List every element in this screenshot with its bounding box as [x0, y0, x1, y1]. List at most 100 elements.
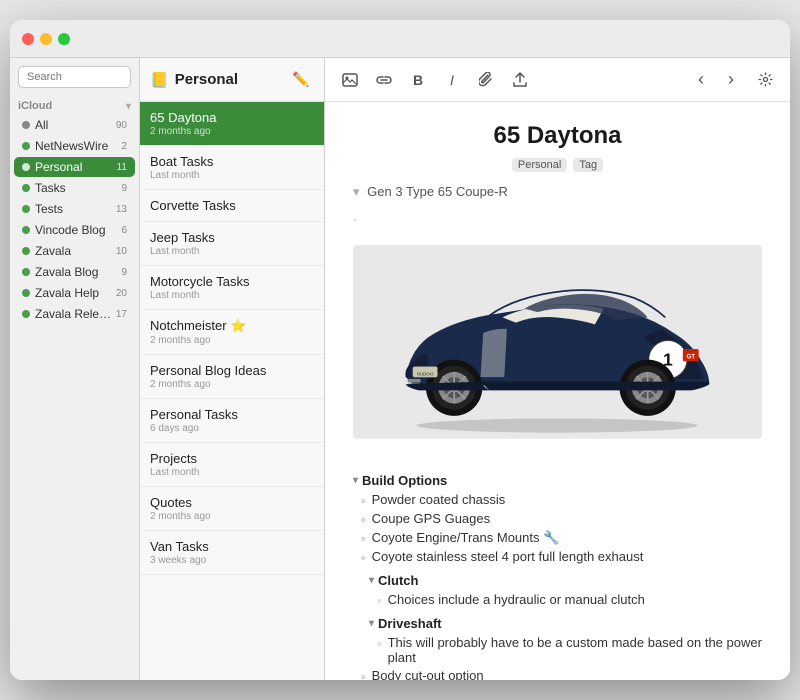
sidebar-item-zavala-blog[interactable]: Zavala Blog 9 [14, 262, 135, 282]
sidebar-item-tests[interactable]: Tests 13 [14, 199, 135, 219]
editor-toolbar: B I ‹ › [325, 58, 790, 102]
note-item-65-daytona[interactable]: 65 Daytona 2 months ago [140, 102, 324, 146]
list-item: ◦ Body cut-out option [353, 668, 762, 680]
sidebar-item-vincode-blog[interactable]: Vincode Blog 6 [14, 220, 135, 240]
note-list-header: 📒 Personal ✏️ [140, 58, 324, 102]
item-dot [22, 247, 30, 255]
item-text: Coupe GPS Guages [372, 511, 491, 526]
list-item: ◦ This will probably have to be a custom… [353, 635, 762, 665]
svg-text:GT: GT [686, 354, 695, 361]
sidebar-item-personal[interactable]: Personal 11 [14, 157, 135, 177]
note-item-meta: 2 months ago [150, 126, 314, 137]
tag-tag[interactable]: Tag [573, 158, 603, 172]
note-item-boat-tasks[interactable]: Boat Tasks Last month [140, 146, 324, 190]
bold-button[interactable]: B [405, 67, 431, 93]
note-item-van-tasks[interactable]: Van Tasks 3 weeks ago [140, 531, 324, 575]
bullet-icon: ◦ [361, 550, 366, 565]
image-button[interactable] [337, 67, 363, 93]
section-toggle-icon: ▾ [353, 475, 358, 486]
note-item-projects[interactable]: Projects Last month [140, 443, 324, 487]
share-button[interactable] [507, 67, 533, 93]
sidebar-item-zavala[interactable]: Zavala 10 [14, 241, 135, 261]
close-button[interactable] [22, 33, 34, 45]
tag-personal[interactable]: Personal [512, 158, 567, 172]
item-dot [22, 289, 30, 297]
item-text: This will probably have to be a custom m… [388, 635, 762, 665]
clutch-header[interactable]: ▾ Clutch [353, 573, 762, 588]
sidebar-item-zavala-help[interactable]: Zavala Help 20 [14, 283, 135, 303]
bullet-icon: ◦ [377, 636, 382, 651]
sidebar-item-label: Zavala Releases [35, 307, 112, 321]
sidebar-item-all[interactable]: All 90 [14, 115, 135, 135]
attach-button[interactable] [473, 67, 499, 93]
new-note-button[interactable]: ✏️ [288, 67, 314, 93]
link-button[interactable] [371, 67, 397, 93]
note-item-name: Van Tasks [150, 539, 314, 554]
section-label: Build Options [362, 473, 447, 488]
bullet-icon: ◦ [361, 669, 366, 680]
sidebar-item-badge: 17 [116, 309, 127, 320]
note-list-items: 65 Daytona 2 months ago Boat Tasks Last … [140, 102, 324, 680]
maximize-button[interactable] [58, 33, 70, 45]
editor: B I ‹ › [325, 58, 790, 680]
minimize-button[interactable] [40, 33, 52, 45]
list-item: ◦ Coupe GPS Guages [353, 511, 762, 527]
note-item-name: Corvette Tasks [150, 198, 314, 213]
sidebar-item-label: Zavala [35, 244, 112, 258]
sidebar-item-badge: 13 [116, 204, 127, 215]
settings-button[interactable] [752, 67, 778, 93]
note-item-motorcycle-tasks[interactable]: Motorcycle Tasks Last month [140, 266, 324, 310]
list-item: ◦ Coyote stainless steel 4 port full len… [353, 549, 762, 565]
sidebar-item-label: Zavala Help [35, 286, 112, 300]
sidebar-item-badge: 6 [121, 225, 127, 236]
sidebar: iCloud ▾ All 90 NetNewsWire 2 Personal 1… [10, 58, 140, 680]
sidebar-item-netnewswire[interactable]: NetNewsWire 2 [14, 136, 135, 156]
build-options-header[interactable]: ▾ Build Options [353, 473, 762, 488]
sidebar-item-zavala-releases[interactable]: Zavala Releases 17 [14, 304, 135, 324]
note-tags: Personal Tag [353, 158, 762, 172]
note-item-meta: 2 months ago [150, 335, 314, 346]
note-item-quotes[interactable]: Quotes 2 months ago [140, 487, 324, 531]
note-item-personal-blog-ideas[interactable]: Personal Blog Ideas 2 months ago [140, 355, 324, 399]
bullet-icon: ◦ [361, 531, 366, 546]
note-item-meta: Last month [150, 467, 314, 478]
italic-button[interactable]: I [439, 67, 465, 93]
note-item-name: Notchmeister ⭐ [150, 318, 314, 334]
note-item-jeep-tasks[interactable]: Jeep Tasks Last month [140, 222, 324, 266]
sidebar-item-badge: 20 [116, 288, 127, 299]
bullet-icon: ◦ [361, 493, 366, 508]
section-toggle-icon: ▾ [369, 618, 374, 629]
titlebar [10, 20, 790, 58]
main-window: iCloud ▾ All 90 NetNewsWire 2 Personal 1… [10, 20, 790, 680]
forward-button[interactable]: › [718, 67, 744, 93]
note-list-title: 📒 Personal [150, 71, 238, 89]
sidebar-item-label: Zavala Blog [35, 265, 117, 279]
note-item-corvette-tasks[interactable]: Corvette Tasks [140, 190, 324, 222]
note-title: 65 Daytona [353, 122, 762, 150]
item-dot [22, 142, 30, 150]
section-label: Driveshaft [378, 616, 442, 631]
sidebar-item-label: Tasks [35, 181, 117, 195]
notebook-icon: 📒 [150, 71, 169, 89]
note-item-personal-tasks[interactable]: Personal Tasks 6 days ago [140, 399, 324, 443]
item-dot [22, 121, 30, 129]
note-item-name: Boat Tasks [150, 154, 314, 169]
back-button[interactable]: ‹ [688, 67, 714, 93]
sidebar-item-label: All [35, 118, 112, 132]
item-text: Coyote Engine/Trans Mounts 🔧 [372, 530, 560, 546]
note-item-notchmeister[interactable]: Notchmeister ⭐ 2 months ago [140, 310, 324, 355]
item-text: Powder coated chassis [372, 492, 506, 507]
sidebar-section-header: iCloud ▾ [10, 96, 139, 114]
sidebar-item-tasks[interactable]: Tasks 9 [14, 178, 135, 198]
main-content: iCloud ▾ All 90 NetNewsWire 2 Personal 1… [10, 58, 790, 680]
sidebar-items-list: All 90 NetNewsWire 2 Personal 11 Tasks 9… [10, 114, 139, 325]
traffic-lights [22, 33, 70, 45]
list-item: ◦ Choices include a hydraulic or manual … [353, 592, 762, 608]
section-label: Clutch [378, 573, 418, 588]
note-dash: · [353, 210, 762, 228]
note-item-name: Quotes [150, 495, 314, 510]
driveshaft-header[interactable]: ▾ Driveshaft [353, 616, 762, 631]
note-item-meta: Last month [150, 290, 314, 301]
search-input[interactable] [18, 66, 131, 88]
note-item-name: 65 Daytona [150, 110, 314, 125]
